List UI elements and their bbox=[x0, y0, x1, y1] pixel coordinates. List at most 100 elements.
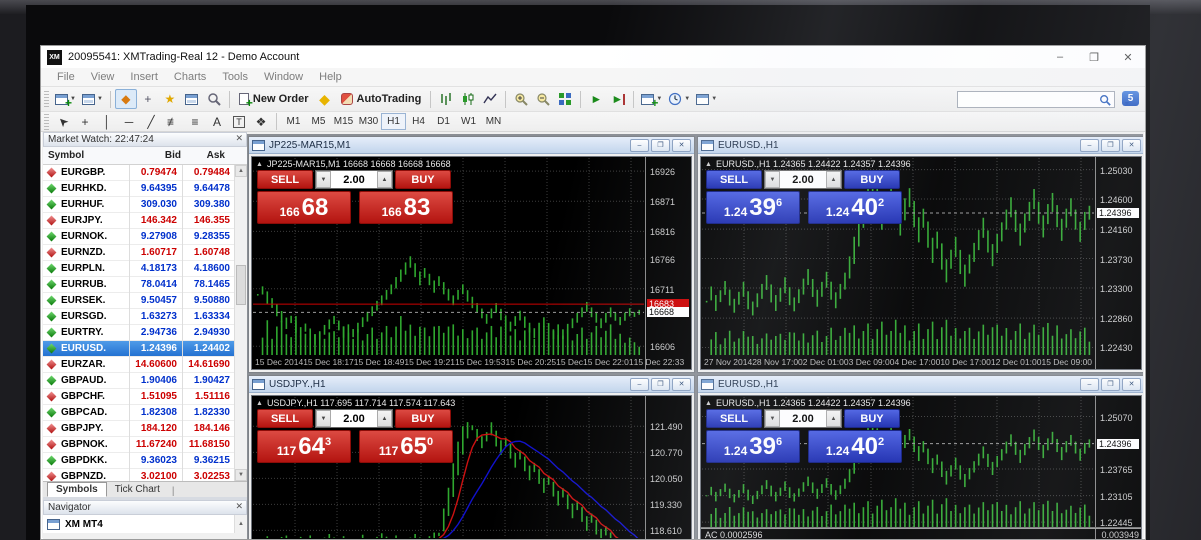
lot-down-icon[interactable]: ▼ bbox=[316, 410, 331, 427]
scroll-down-icon[interactable]: ▼ bbox=[235, 469, 247, 481]
sell-price[interactable]: 1.24396 bbox=[706, 430, 800, 463]
text-label-tool-button[interactable]: T bbox=[228, 112, 250, 132]
market-watch-row-eurhuf[interactable]: EURHUF.309.030309.380 bbox=[43, 197, 247, 213]
market-watch-row-gbpnzd[interactable]: GBPNZD.3.021003.02253 bbox=[43, 469, 247, 481]
auto-scroll-button[interactable]: ► bbox=[585, 89, 607, 109]
market-watch-row-eurzar[interactable]: EURZAR.14.6060014.61690 bbox=[43, 357, 247, 373]
time-scale[interactable]: 15 Dec 201415 Dec 18:1715 Dec 18:4915 De… bbox=[253, 356, 644, 368]
tile-windows-button[interactable] bbox=[554, 89, 576, 109]
market-watch-close-icon[interactable]: ✕ bbox=[235, 133, 243, 144]
crosshair-tool-button[interactable]: + bbox=[74, 112, 96, 132]
market-watch-row-gbpnok[interactable]: GBPNOK.11.6724011.68150 bbox=[43, 437, 247, 453]
chart-titlebar[interactable]: EURUSD.,H1 – ❐ ✕ bbox=[698, 137, 1143, 154]
cursor-tool-button[interactable]: ➤ bbox=[52, 112, 74, 132]
chart-client[interactable]: ▲JP225-MAR15,M1 16668 16668 16668 16668 … bbox=[251, 156, 692, 370]
lot-value[interactable]: 2.00 bbox=[780, 171, 826, 188]
navigator-toggle[interactable]: ★ bbox=[159, 89, 181, 109]
menu-window[interactable]: Window bbox=[256, 71, 311, 83]
tab-symbols[interactable]: Symbols bbox=[47, 482, 107, 497]
candlestick-button[interactable] bbox=[457, 89, 479, 109]
equidistant-channel-tool-button[interactable]: ≡ bbox=[184, 112, 206, 132]
zoom-out-button[interactable] bbox=[532, 89, 554, 109]
timeframe-h1[interactable]: H1 bbox=[381, 113, 406, 130]
lot-up-icon[interactable]: ▲ bbox=[826, 171, 841, 188]
bar-chart-button[interactable] bbox=[435, 89, 457, 109]
sell-price[interactable]: 16668 bbox=[257, 191, 351, 224]
navigator-caption[interactable]: Navigator ✕ bbox=[43, 500, 247, 515]
horizontal-line-tool-button[interactable]: ─ bbox=[118, 112, 140, 132]
buy-button[interactable]: BUY bbox=[395, 170, 451, 189]
buy-price[interactable]: 1.24402 bbox=[808, 430, 902, 463]
sell-button[interactable]: SELL bbox=[257, 409, 313, 428]
market-watch-row-eurgbp[interactable]: EURGBP.0.794740.79484 bbox=[43, 165, 247, 181]
column-bid[interactable]: Bid bbox=[129, 150, 181, 161]
sell-button[interactable]: SELL bbox=[257, 170, 313, 189]
timeframe-m1[interactable]: M1 bbox=[281, 113, 306, 130]
vertical-line-tool-button[interactable]: │ bbox=[96, 112, 118, 132]
buy-price[interactable]: 16683 bbox=[359, 191, 453, 224]
lot-up-icon[interactable]: ▲ bbox=[377, 171, 392, 188]
metaeditor-button[interactable]: ◆ bbox=[314, 89, 336, 109]
buy-button[interactable]: BUY bbox=[844, 170, 900, 189]
chart-client[interactable]: ▲USDJPY.,H1 117.695 117.714 117.574 117.… bbox=[251, 395, 692, 539]
chart-titlebar[interactable]: EURUSD.,H1 – ❐ ✕ bbox=[698, 376, 1143, 393]
chart-close-icon[interactable]: ✕ bbox=[672, 378, 691, 391]
price-scale[interactable]: 1.250301.246001.241601.237301.233001.228… bbox=[1095, 157, 1141, 369]
trendline-tool-button[interactable]: ╱ bbox=[140, 112, 162, 132]
toolbar-grip[interactable] bbox=[44, 91, 49, 107]
menu-view[interactable]: View bbox=[83, 71, 123, 83]
market-watch-header[interactable]: Symbol Bid Ask bbox=[43, 147, 247, 165]
market-watch-row-eurusd[interactable]: EURUSD.1.243961.24402 bbox=[43, 341, 247, 357]
market-watch-toggle[interactable]: ◆ bbox=[115, 89, 137, 109]
new-chart-button[interactable]: ▼ bbox=[52, 89, 79, 109]
restore-button[interactable]: ❐ bbox=[1077, 46, 1111, 68]
ohlc-info[interactable]: ▲USDJPY.,H1 117.695 117.714 117.574 117.… bbox=[256, 398, 455, 408]
navigator-scroll-up-icon[interactable]: ▲ bbox=[234, 515, 247, 533]
chart-client[interactable]: ▲EURUSD.,H1 1.24365 1.24422 1.24357 1.24… bbox=[700, 395, 1142, 539]
sell-price[interactable]: 1.24396 bbox=[706, 191, 800, 224]
market-watch-row-gbpchf[interactable]: GBPCHF.1.510951.51116 bbox=[43, 389, 247, 405]
menu-help[interactable]: Help bbox=[311, 71, 350, 83]
close-button[interactable]: ✕ bbox=[1111, 46, 1145, 68]
window-titlebar[interactable]: XM 20095541: XMTrading-Real 12 - Demo Ac… bbox=[41, 46, 1145, 68]
price-scale[interactable]: 1.250701.237651.231051.224451.24396 bbox=[1095, 396, 1141, 539]
price-scale[interactable]: 1692616871168161676616711166061668316668 bbox=[645, 157, 691, 369]
timeframe-m5[interactable]: M5 bbox=[306, 113, 331, 130]
new-order-button[interactable]: New Order bbox=[234, 89, 314, 109]
chart-shift-button[interactable]: ► bbox=[607, 89, 629, 109]
zoom-in-button[interactable] bbox=[510, 89, 532, 109]
chart-restore-icon[interactable]: ❐ bbox=[651, 139, 670, 152]
data-window-button[interactable]: + bbox=[137, 89, 159, 109]
ohlc-info[interactable]: ▲JP225-MAR15,M1 16668 16668 16668 16668 bbox=[256, 159, 451, 169]
chart-restore-icon[interactable]: ❐ bbox=[651, 378, 670, 391]
timeframe-m30[interactable]: M30 bbox=[356, 113, 381, 130]
market-watch-row-eurtry[interactable]: EURTRY.2.947362.94930 bbox=[43, 325, 247, 341]
buy-button[interactable]: BUY bbox=[395, 409, 451, 428]
lot-down-icon[interactable]: ▼ bbox=[765, 410, 780, 427]
timeframe-h4[interactable]: H4 bbox=[406, 113, 431, 130]
lot-down-icon[interactable]: ▼ bbox=[765, 171, 780, 188]
minimize-button[interactable]: – bbox=[1043, 46, 1077, 68]
scroll-up-icon[interactable]: ▲ bbox=[235, 165, 247, 177]
market-watch-scrollbar[interactable]: ▲ ▼ bbox=[234, 165, 247, 481]
toolbar-grip[interactable] bbox=[44, 114, 49, 130]
chart-minimize-icon[interactable]: – bbox=[1080, 139, 1099, 152]
buy-button[interactable]: BUY bbox=[844, 409, 900, 428]
column-ask[interactable]: Ask bbox=[181, 150, 231, 161]
market-watch-row-gbpcad[interactable]: GBPCAD.1.823081.82330 bbox=[43, 405, 247, 421]
chart-close-icon[interactable]: ✕ bbox=[672, 139, 691, 152]
chart-minimize-icon[interactable]: – bbox=[630, 378, 649, 391]
lot-value[interactable]: 2.00 bbox=[780, 410, 826, 427]
timeframe-w1[interactable]: W1 bbox=[456, 113, 481, 130]
chart-minimize-icon[interactable]: – bbox=[630, 139, 649, 152]
market-watch-row-eurpln[interactable]: EURPLN.4.181734.18600 bbox=[43, 261, 247, 277]
sell-button[interactable]: SELL bbox=[706, 170, 762, 189]
search-input[interactable] bbox=[958, 94, 1099, 105]
timeframe-m15[interactable]: M15 bbox=[331, 113, 356, 130]
column-symbol[interactable]: Symbol bbox=[43, 150, 129, 161]
sell-button[interactable]: SELL bbox=[706, 409, 762, 428]
timeframe-mn[interactable]: MN bbox=[481, 113, 506, 130]
lot-up-icon[interactable]: ▲ bbox=[377, 410, 392, 427]
lot-value[interactable]: 2.00 bbox=[331, 171, 377, 188]
chart-restore-icon[interactable]: ❐ bbox=[1101, 139, 1120, 152]
